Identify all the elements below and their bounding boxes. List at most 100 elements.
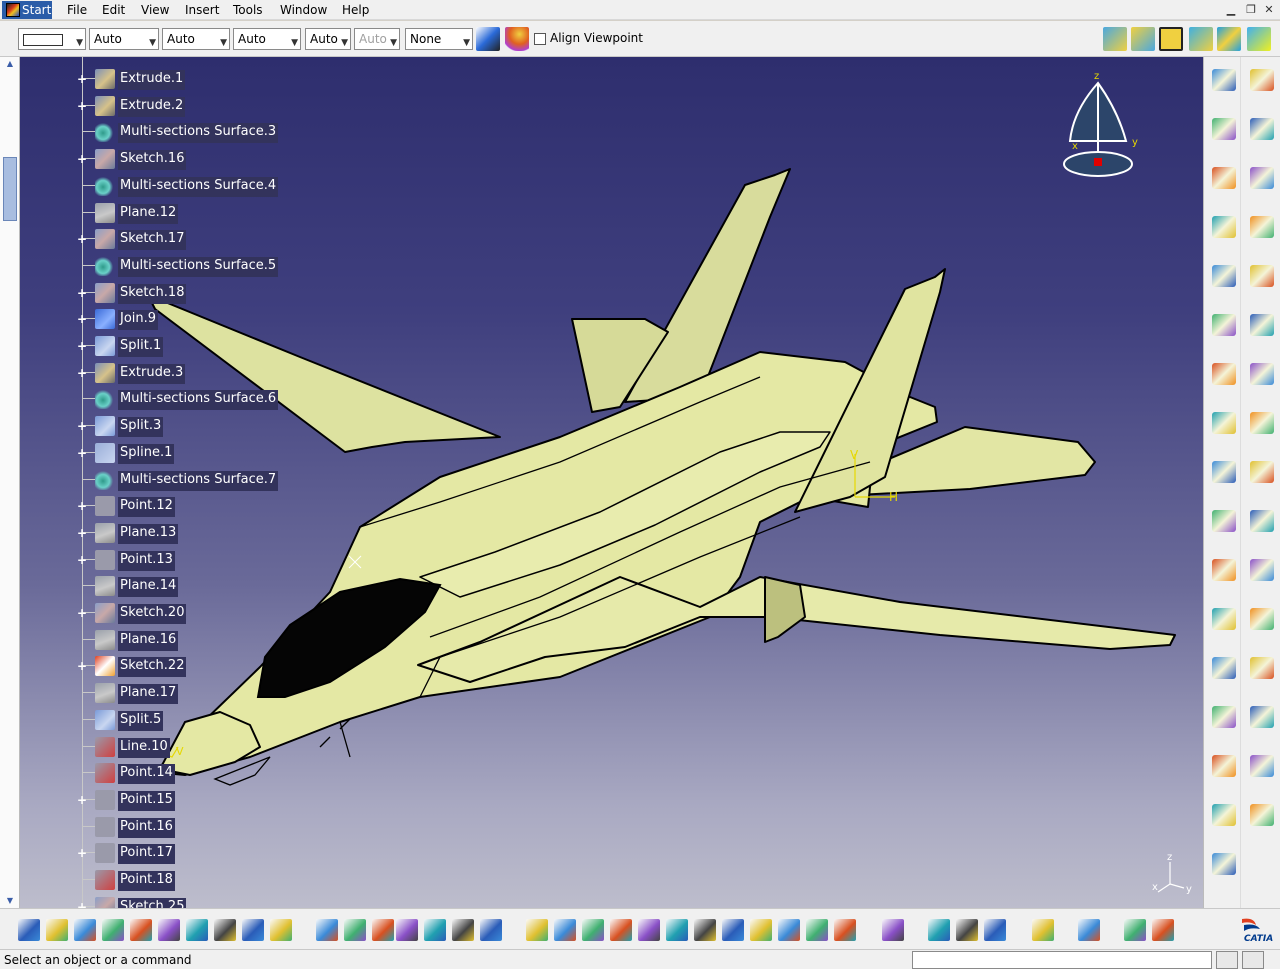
- menu-start[interactable]: Start: [2, 1, 52, 19]
- open-icon[interactable]: [46, 919, 68, 941]
- close-icon[interactable]: ✕: [1260, 2, 1278, 18]
- cut-icon[interactable]: [130, 919, 152, 941]
- scrollbar-thumb[interactable]: [3, 157, 17, 221]
- sketch-icon[interactable]: [1212, 69, 1236, 91]
- expand-icon[interactable]: +: [76, 527, 88, 539]
- measure-between-icon[interactable]: [928, 919, 950, 941]
- point-type-select[interactable]: Auto ▼: [233, 28, 301, 50]
- tree-scrollbar[interactable]: ▲ ▼: [0, 57, 20, 908]
- spline-icon[interactable]: [1250, 167, 1274, 189]
- properties-icon[interactable]: [505, 27, 529, 51]
- whats-this-icon[interactable]: [270, 919, 292, 941]
- tree-icon[interactable]: [424, 919, 446, 941]
- restore-icon[interactable]: ❐: [1242, 2, 1260, 18]
- rotate-view-icon[interactable]: [610, 919, 632, 941]
- layer-filter-select[interactable]: None ▼: [405, 28, 473, 50]
- extrude-icon[interactable]: [1250, 216, 1274, 238]
- expand-icon[interactable]: +: [76, 367, 88, 379]
- expand-icon[interactable]: +: [76, 794, 88, 806]
- save-icon[interactable]: [74, 919, 96, 941]
- expand-icon[interactable]: +: [76, 313, 88, 325]
- boundary-icon[interactable]: [1212, 461, 1236, 483]
- knowledge-icon[interactable]: [344, 919, 366, 941]
- menu-help[interactable]: Help: [340, 2, 371, 18]
- table-icon[interactable]: [396, 919, 418, 941]
- pan-icon[interactable]: [582, 919, 604, 941]
- blend-icon[interactable]: [1212, 363, 1236, 385]
- analysis-icon[interactable]: [1189, 27, 1213, 51]
- menu-window[interactable]: Window: [278, 2, 329, 18]
- expand-icon[interactable]: +: [76, 607, 88, 619]
- close-command-button[interactable]: [1242, 951, 1264, 969]
- select-icon[interactable]: [1250, 118, 1274, 140]
- point-icon[interactable]: [1212, 118, 1236, 140]
- expand-icon[interactable]: +: [76, 847, 88, 859]
- formula-icon[interactable]: [316, 919, 338, 941]
- intersection-icon[interactable]: [1250, 706, 1274, 728]
- update-icon[interactable]: [1124, 919, 1146, 941]
- expand-icon[interactable]: +: [76, 500, 88, 512]
- expand-icon[interactable]: +: [76, 100, 88, 112]
- grid-snap-icon[interactable]: [1103, 27, 1127, 51]
- align-viewpoint-checkbox[interactable]: [534, 33, 546, 45]
- normal-view-icon[interactable]: [694, 919, 716, 941]
- apply-material-icon[interactable]: [882, 919, 904, 941]
- line-type-select[interactable]: Auto ▼: [162, 28, 230, 50]
- color-select[interactable]: ▼: [18, 28, 86, 50]
- expand-icon[interactable]: +: [76, 233, 88, 245]
- copy-icon[interactable]: [158, 919, 180, 941]
- menu-file[interactable]: File: [65, 2, 89, 18]
- paste-icon[interactable]: [186, 919, 208, 941]
- symmetry-icon[interactable]: [1250, 559, 1274, 581]
- projection-icon[interactable]: [1212, 706, 1236, 728]
- expand-icon[interactable]: +: [76, 420, 88, 432]
- fit-all-icon[interactable]: [554, 919, 576, 941]
- expand-icon[interactable]: +: [76, 660, 88, 672]
- update-all-icon[interactable]: [1152, 919, 1174, 941]
- menu-edit[interactable]: Edit: [100, 2, 127, 18]
- undo-icon[interactable]: [214, 919, 236, 941]
- menu-tools[interactable]: Tools: [231, 2, 265, 18]
- grid-icon[interactable]: [1078, 919, 1100, 941]
- swap-space-icon[interactable]: [806, 919, 828, 941]
- trim-icon[interactable]: [1250, 412, 1274, 434]
- fill-icon[interactable]: [1212, 314, 1236, 336]
- zoom-out-icon[interactable]: [666, 919, 688, 941]
- annotation-icon[interactable]: [1250, 804, 1274, 826]
- scaling-icon[interactable]: [1212, 608, 1236, 630]
- 3d-compass-icon[interactable]: [1217, 27, 1241, 51]
- multi-sections-icon[interactable]: [1250, 314, 1274, 336]
- translate-icon[interactable]: [1250, 510, 1274, 532]
- axis-system-icon[interactable]: [1212, 657, 1236, 679]
- fly-icon[interactable]: [526, 919, 548, 941]
- zoom-in-icon[interactable]: [638, 919, 660, 941]
- print-icon[interactable]: [102, 919, 124, 941]
- iso-view-icon[interactable]: [750, 919, 772, 941]
- sweep-icon[interactable]: [1250, 265, 1274, 287]
- capture-icon[interactable]: [1032, 919, 1054, 941]
- lock-icon[interactable]: [452, 919, 474, 941]
- line-thickness-select[interactable]: Auto ▼: [89, 28, 159, 50]
- split-icon[interactable]: [1212, 412, 1236, 434]
- expand-icon[interactable]: +: [76, 287, 88, 299]
- multi-view-icon[interactable]: [722, 919, 744, 941]
- expand-icon[interactable]: +: [76, 447, 88, 459]
- expand-icon[interactable]: +: [76, 901, 88, 908]
- work-plane-icon[interactable]: [1247, 27, 1271, 51]
- compass-widget[interactable]: z x y: [1058, 71, 1142, 181]
- minimize-icon[interactable]: ▁: [1222, 2, 1240, 18]
- render-style-icon[interactable]: [834, 919, 856, 941]
- 3d-viewport[interactable]: V H V z x y z x y ▲ ▼ +Extrude.1+Extr: [0, 57, 1203, 908]
- expand-icon[interactable]: +: [76, 340, 88, 352]
- line-icon[interactable]: [1212, 167, 1236, 189]
- measure-icon[interactable]: [1212, 853, 1236, 875]
- offset-icon[interactable]: [1250, 755, 1274, 777]
- rotate-icon[interactable]: [1212, 559, 1236, 581]
- hide-show-icon[interactable]: [778, 919, 800, 941]
- expand-icon[interactable]: +: [76, 554, 88, 566]
- parallel-curve-icon[interactable]: [1212, 755, 1236, 777]
- work-on-support-icon[interactable]: [1131, 27, 1155, 51]
- command-input[interactable]: [912, 951, 1212, 969]
- extract-icon[interactable]: [1250, 461, 1274, 483]
- hierarchy-icon[interactable]: [480, 919, 502, 941]
